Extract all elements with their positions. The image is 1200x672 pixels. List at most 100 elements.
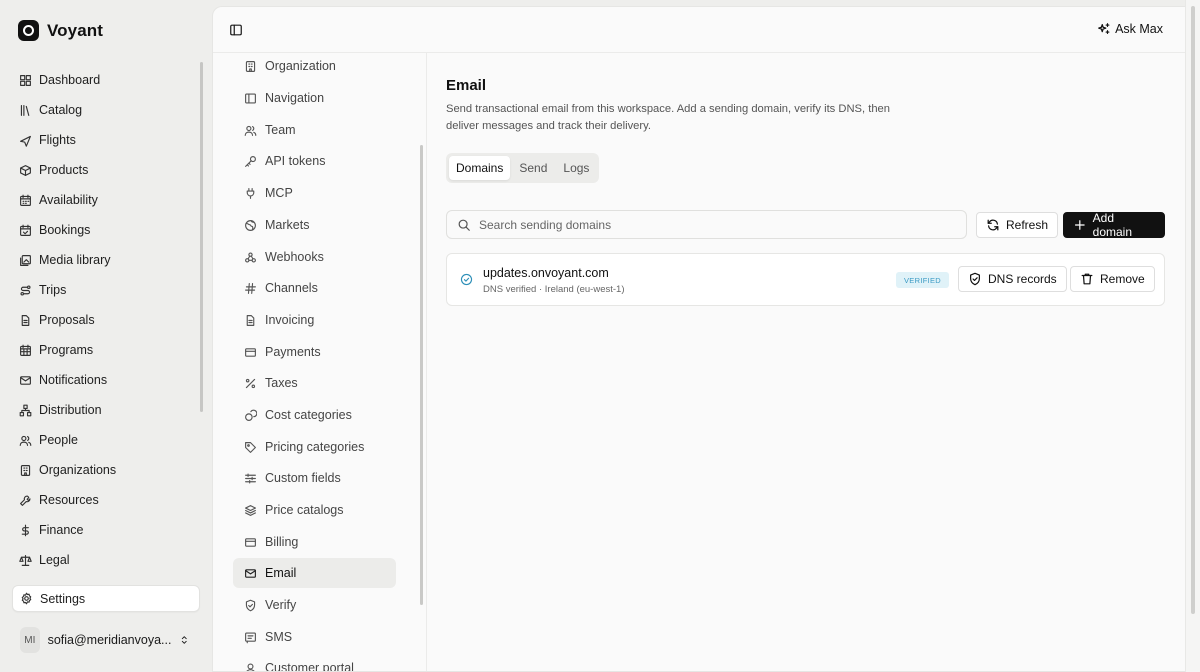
remove-button[interactable]: Remove <box>1070 266 1155 292</box>
sidebar: Voyant Dashboard Catalog Flights Product… <box>0 0 212 672</box>
subnav-item-price-catalogs[interactable]: Price catalogs <box>233 495 396 525</box>
sidebar-item-catalog[interactable]: Catalog <box>12 95 200 125</box>
subnav-item-label: Webhooks <box>265 250 324 264</box>
subnav-item-verify[interactable]: Verify <box>233 590 396 620</box>
sidebar-item-programs[interactable]: Programs <box>12 335 200 365</box>
sidebar-item-label: Catalog <box>39 103 83 117</box>
dns-records-button[interactable]: DNS records <box>958 266 1067 292</box>
subnav-scrollbar[interactable] <box>420 145 423 605</box>
refresh-label: Refresh <box>1006 218 1049 232</box>
sidebar-toggle-icon[interactable] <box>229 23 243 37</box>
subnav-item-team[interactable]: Team <box>233 115 396 145</box>
package-icon <box>20 164 31 176</box>
calendar-grid-icon <box>20 344 31 356</box>
sidebar-item-label: Products <box>39 163 89 177</box>
chevron-up-down-icon <box>182 636 188 644</box>
domain-row: updates.onvoyant.com DNS verified · Irel… <box>446 253 1165 306</box>
remove-label: Remove <box>1100 272 1145 286</box>
sidebar-item-label: Settings <box>40 591 86 606</box>
sidebar-item-distribution[interactable]: Distribution <box>12 395 200 425</box>
check-circle-icon <box>460 273 473 286</box>
sidebar-item-label: Availability <box>39 193 98 207</box>
sidebar-scrollbar[interactable] <box>200 62 203 412</box>
subnav-item-payments[interactable]: Payments <box>233 337 396 367</box>
sidebar-item-notifications[interactable]: Notifications <box>12 365 200 395</box>
subnav-item-label: Payments <box>265 345 321 359</box>
subnav-item-email[interactable]: Email <box>233 558 396 588</box>
sidebar-item-media-library[interactable]: Media library <box>12 245 200 275</box>
window-scrollbar[interactable] <box>1185 0 1200 672</box>
subnav-item-label: Verify <box>265 598 297 612</box>
subnav-item-label: Custom fields <box>265 471 341 485</box>
sidebar-item-dashboard[interactable]: Dashboard <box>12 65 200 95</box>
user-menu[interactable]: MI sofia@meridianvoya... <box>20 627 190 653</box>
refresh-button[interactable]: Refresh <box>976 212 1059 238</box>
subnav-item-label: Cost categories <box>265 408 352 422</box>
window-scrollbar-thumb[interactable] <box>1191 6 1195 614</box>
subnav-item-cost-categories[interactable]: Cost categories <box>233 400 396 430</box>
sliders-icon <box>245 472 256 484</box>
subnav-item-markets[interactable]: Markets <box>233 210 396 240</box>
subnav-item-customer-portal[interactable]: Customer portal <box>233 653 396 672</box>
add-domain-button[interactable]: Add domain <box>1063 211 1165 239</box>
users-icon <box>19 435 32 446</box>
ask-max-button[interactable]: Ask Max <box>1097 22 1163 36</box>
subnav-item-label: Taxes <box>265 376 298 390</box>
tab-logs[interactable]: Logs <box>556 156 596 180</box>
sidebar-item-legal[interactable]: Legal <box>12 545 200 575</box>
gear-icon <box>21 592 32 605</box>
sidebar-item-flights[interactable]: Flights <box>12 125 200 155</box>
email-tabs: Domains Send Logs <box>446 153 600 183</box>
sidebar-item-settings[interactable]: Settings <box>12 585 200 612</box>
subnav-item-sms[interactable]: SMS <box>233 622 396 652</box>
subnav-item-taxes[interactable]: Taxes <box>233 368 396 398</box>
sidebar-item-proposals[interactable]: Proposals <box>12 305 200 335</box>
sidebar-item-finance[interactable]: Finance <box>12 515 200 545</box>
subnav-item-label: Channels <box>265 281 318 295</box>
user-email: sofia@meridianvoya... <box>47 633 172 647</box>
sidebar-item-label: Organizations <box>39 463 117 477</box>
sidebar-item-people[interactable]: People <box>12 425 200 455</box>
sidebar-item-organizations[interactable]: Organizations <box>12 455 200 485</box>
search-input[interactable] <box>479 217 966 232</box>
coins-icon <box>245 409 257 421</box>
domain-search <box>446 210 967 239</box>
tab-domains[interactable]: Domains <box>449 156 511 180</box>
file-text-icon <box>21 314 30 326</box>
user-icon <box>246 662 255 671</box>
subnav-item-label: Price catalogs <box>265 503 344 517</box>
status-badge: VERIFIED <box>896 272 949 288</box>
dns-records-label: DNS records <box>988 272 1057 286</box>
key-icon <box>245 155 256 167</box>
subnav-item-invoicing[interactable]: Invoicing <box>233 305 396 335</box>
subnav-item-navigation[interactable]: Navigation <box>233 83 396 113</box>
sidebar-item-bookings[interactable]: Bookings <box>12 215 200 245</box>
subnav-item-api-tokens[interactable]: API tokens <box>233 146 396 176</box>
sidebar-item-label: Programs <box>39 343 94 357</box>
page-description: Send transactional email from this works… <box>446 103 890 132</box>
sidebar-item-label: Notifications <box>39 373 108 387</box>
subnav-item-pricing-categories[interactable]: Pricing categories <box>233 432 396 462</box>
wrench-icon <box>20 494 31 506</box>
sidebar-item-availability[interactable]: Availability <box>12 185 200 215</box>
sidebar-item-label: Flights <box>39 133 76 147</box>
scale-icon <box>19 554 32 566</box>
sparkles-icon <box>1098 23 1110 34</box>
subnav-item-label: Customer portal <box>265 661 354 672</box>
sidebar-item-trips[interactable]: Trips <box>12 275 200 305</box>
brand[interactable]: Voyant <box>18 20 103 41</box>
subnav-item-mcp[interactable]: MCP <box>233 178 396 208</box>
subnav-item-organization[interactable]: Organization <box>233 53 396 81</box>
sidebar-item-resources[interactable]: Resources <box>12 485 200 515</box>
sidebar-item-products[interactable]: Products <box>12 155 200 185</box>
subnav-item-custom-fields[interactable]: Custom fields <box>233 463 396 493</box>
subnav-item-label: Markets <box>265 218 310 232</box>
tab-send[interactable]: Send <box>512 156 554 180</box>
subnav-item-billing[interactable]: Billing <box>233 527 396 557</box>
subnav-item-webhooks[interactable]: Webhooks <box>233 242 396 272</box>
subnav-item-channels[interactable]: Channels <box>233 273 396 303</box>
subnav-item-label: Navigation <box>265 91 325 105</box>
plug-icon <box>246 187 255 199</box>
dashboard-icon <box>20 74 31 86</box>
subnav-item-label: Team <box>265 123 296 137</box>
